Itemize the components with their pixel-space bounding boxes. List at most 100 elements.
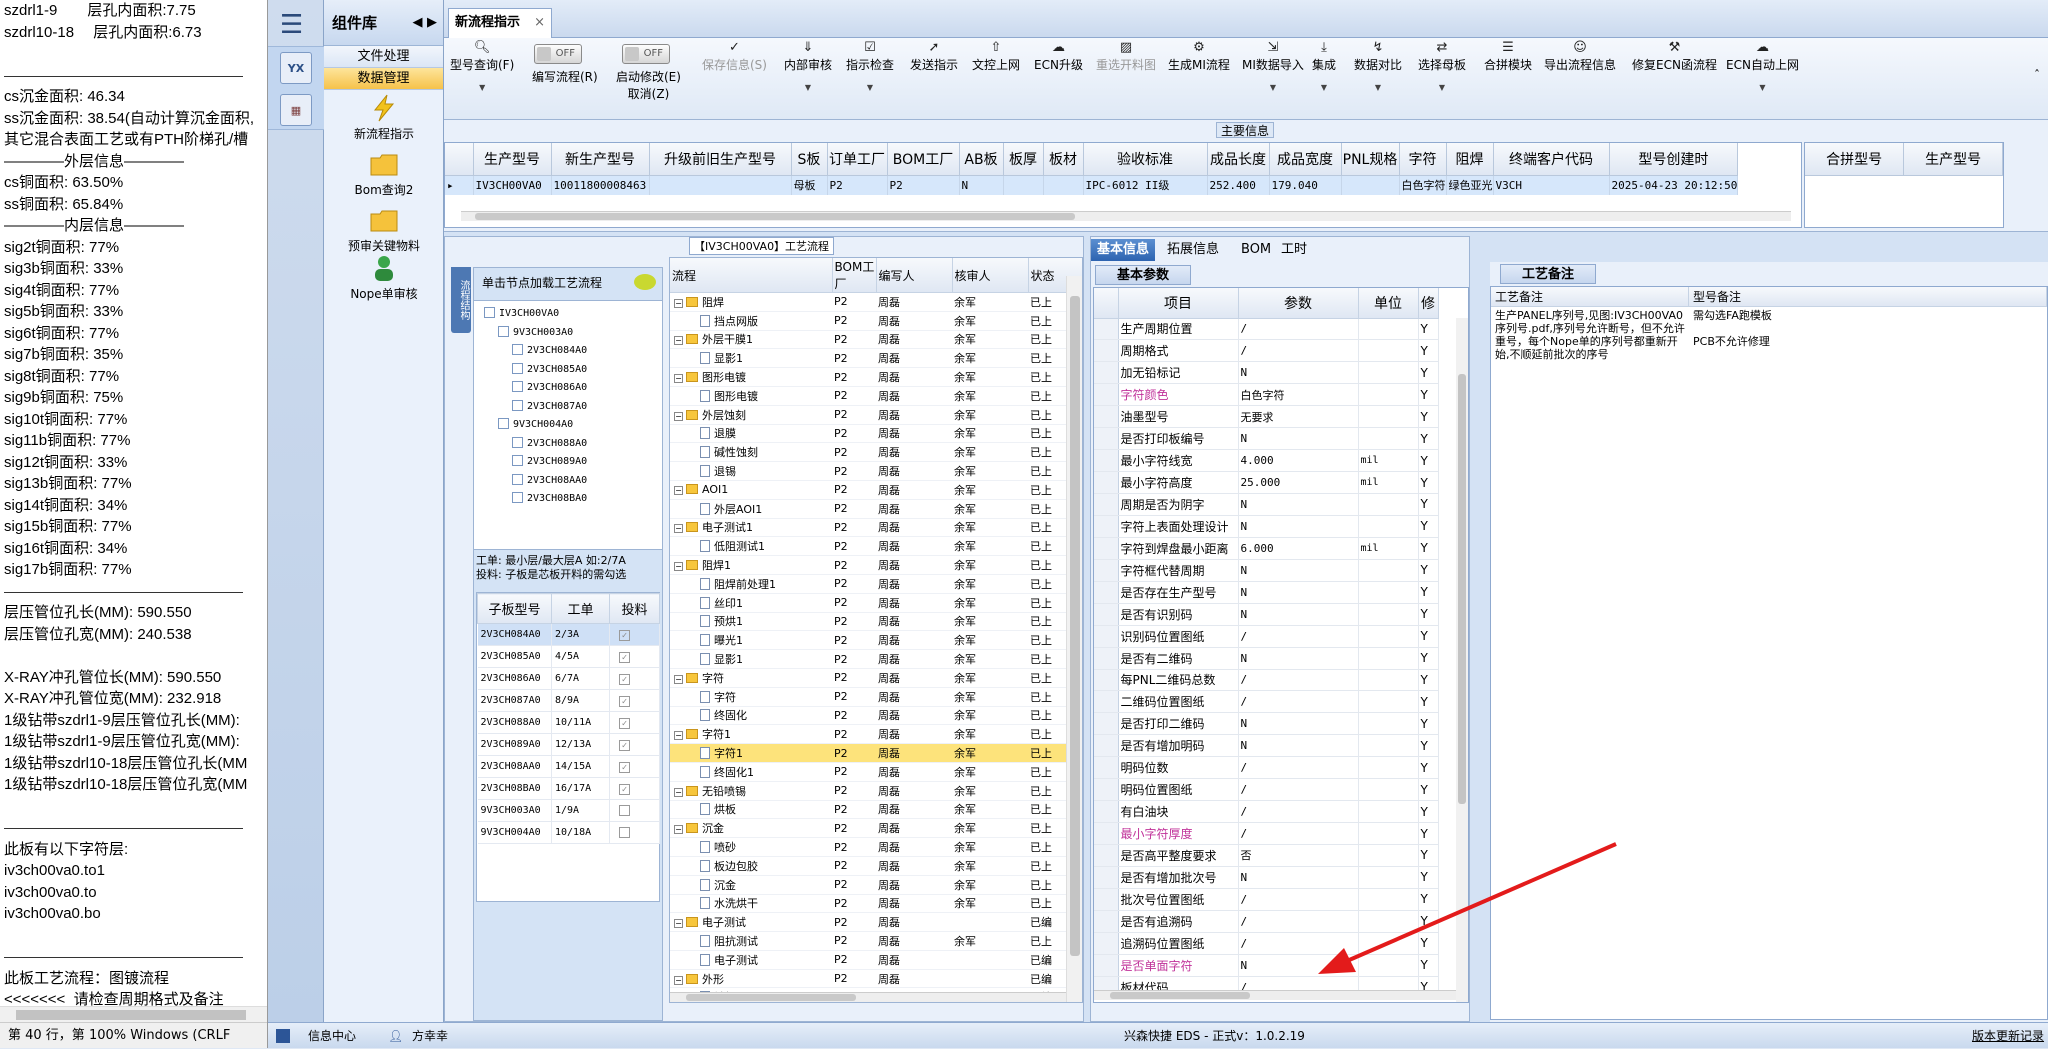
- panel-item-material[interactable]: 预审关键物料: [324, 206, 444, 254]
- table-row[interactable]: 字符颜色 白色字符 Y: [1094, 383, 1439, 407]
- query-button[interactable]: 🔍︎ 型号查询(F) ▼: [450, 40, 514, 92]
- col-header[interactable]: 子板型号: [477, 593, 552, 624]
- select-mother-button[interactable]: ⇄ 选择母板 ▼: [1418, 40, 1466, 92]
- list-item[interactable]: 烘板 P2 周磊 余军 已上: [670, 800, 1082, 820]
- row-header[interactable]: [1094, 690, 1119, 714]
- table-row[interactable]: 是否有追溯码 / Y: [1094, 910, 1439, 933]
- col-header[interactable]: 成品长度: [1207, 143, 1270, 176]
- feed-checkbox[interactable]: ✓: [619, 718, 630, 729]
- list-item[interactable]: − 字符 P2 周磊 余军 已上: [670, 668, 1082, 688]
- factory-icon[interactable]: YX: [280, 52, 312, 84]
- list-item[interactable]: − 外层蚀刻 P2 周磊 余军 已上: [670, 405, 1082, 425]
- model-remark-text[interactable]: 需勾选FA跑模板 PCB不允许修理: [1689, 309, 2039, 348]
- row-header[interactable]: [1094, 647, 1119, 670]
- table-row[interactable]: 是否单面字符 N Y: [1094, 954, 1439, 977]
- info-center-link[interactable]: 信息中心: [308, 1023, 356, 1049]
- table-row[interactable]: 2V3CH085A0 4/5A ✓: [477, 645, 660, 668]
- table-row[interactable]: ▸ IV3CH00VA0 10011800008463 母板 P2 P2 N IPC-6012…: [445, 175, 1739, 195]
- row-header[interactable]: [1094, 493, 1119, 516]
- list-item[interactable]: 沉金 P2 周磊 余军 已上: [670, 875, 1082, 895]
- table-row[interactable]: 2V3CH086A0 6/7A ✓: [477, 667, 660, 690]
- row-header[interactable]: [1094, 932, 1119, 955]
- param-value[interactable]: N: [1238, 866, 1359, 889]
- param-value[interactable]: /: [1238, 339, 1359, 363]
- param-value[interactable]: 6.000: [1238, 537, 1359, 560]
- notepad-text[interactable]: szdrl1-9 层孔内面积:7.75 szdrl10-18 层孔内面积:6.73…: [0, 0, 267, 1011]
- table-row[interactable]: 每PNL二维码总数 / Y: [1094, 669, 1439, 692]
- reselect-cut-button[interactable]: ▨ 重选开料图: [1096, 40, 1156, 73]
- table-row[interactable]: 字符到焊盘最小距离 6.000 mil Y: [1094, 537, 1439, 560]
- table-row[interactable]: 最小字符线宽 4.000 mil Y: [1094, 449, 1439, 473]
- internal-audit-button[interactable]: ⇓ 内部审核 ▼: [784, 40, 832, 92]
- row-header[interactable]: [1094, 581, 1119, 604]
- compare-button[interactable]: ↯ 数据对比 ▼: [1354, 40, 1402, 92]
- panel-tab-file[interactable]: 文件处理: [324, 46, 443, 68]
- row-header[interactable]: [1094, 822, 1119, 845]
- feed-checkbox[interactable]: ✓: [619, 674, 630, 685]
- collapse-icon[interactable]: −: [674, 411, 683, 421]
- tree-node[interactable]: 2V3CH087A0: [512, 398, 587, 416]
- tree-node[interactable]: 2V3CH08BA0: [512, 490, 587, 508]
- param-value[interactable]: 4.000: [1238, 449, 1359, 473]
- tree-node[interactable]: 2V3CH088A0: [512, 435, 587, 453]
- table-row[interactable]: 生产周期位置 / Y: [1094, 318, 1439, 341]
- param-value[interactable]: N: [1238, 581, 1359, 604]
- list-item[interactable]: 丝印1 P2 周磊 余军 已上: [670, 593, 1082, 613]
- feed-checkbox[interactable]: ✓: [619, 630, 630, 641]
- param-value[interactable]: /: [1238, 888, 1359, 911]
- col-header[interactable]: 参数: [1238, 288, 1359, 319]
- list-item[interactable]: 外层AOI1 P2 周磊 余军 已上: [670, 499, 1082, 519]
- row-header[interactable]: [1094, 954, 1119, 977]
- repair-ecn-button[interactable]: ⚒ 修复ECN函流程: [1632, 40, 1717, 73]
- param-value[interactable]: N: [1238, 427, 1359, 451]
- table-row[interactable]: 是否存在生产型号 N Y: [1094, 581, 1439, 604]
- param-value[interactable]: N: [1238, 954, 1359, 977]
- col-header[interactable]: 升级前旧生产型号: [649, 143, 792, 176]
- list-item[interactable]: − AOI1 P2 周磊 余军 已上: [670, 480, 1082, 500]
- process-list-scrollbar[interactable]: [1066, 276, 1082, 1002]
- tab-basic-info[interactable]: 基本信息: [1091, 239, 1156, 261]
- calculator-icon[interactable]: ▦: [280, 94, 312, 126]
- col-header[interactable]: 字符: [1399, 143, 1447, 176]
- process-remark-text[interactable]: 生产PANEL序列号,见图:IV3CH00VA0序列号.pdf,序列号允许断号，…: [1491, 309, 1685, 361]
- table-row[interactable]: 2V3CH087A0 8/9A ✓: [477, 689, 660, 712]
- col-header[interactable]: 订单工厂: [827, 143, 888, 176]
- param-value[interactable]: N: [1238, 361, 1359, 385]
- tree-node[interactable]: 2V3CH085A0: [512, 361, 587, 379]
- table-row[interactable]: 最小字符高度 25.000 mil Y: [1094, 471, 1439, 494]
- feed-checkbox[interactable]: ✓: [619, 784, 630, 795]
- param-value[interactable]: 否: [1238, 844, 1359, 867]
- changelog-link[interactable]: 版本更新记录: [1972, 1023, 2044, 1049]
- table-row[interactable]: 9V3CH004A0 10/18A: [477, 821, 660, 844]
- table-row[interactable]: 2V3CH089A0 12/13A ✓: [477, 733, 660, 756]
- collapse-icon[interactable]: −: [674, 825, 683, 835]
- table-row[interactable]: 明码位置图纸 / Y: [1094, 778, 1439, 802]
- collapse-icon[interactable]: −: [674, 787, 683, 797]
- list-item[interactable]: 终固化1 P2 周磊 余军 已上: [670, 762, 1082, 782]
- col-header[interactable]: 终端客户代码: [1493, 143, 1610, 176]
- table-row[interactable]: 油墨型号 无要求 Y: [1094, 405, 1439, 429]
- save-button[interactable]: ✓ 保存信息(S): [702, 40, 767, 73]
- param-value[interactable]: /: [1238, 669, 1359, 692]
- list-item[interactable]: − 图形电镀 P2 周磊 余军 已上: [670, 367, 1082, 387]
- list-item[interactable]: 曝光1 P2 周磊 余军 已上: [670, 630, 1082, 651]
- table-row[interactable]: 是否有增加明码 N Y: [1094, 734, 1439, 758]
- col-header[interactable]: 工单: [551, 593, 610, 624]
- col-header[interactable]: 核审人: [952, 258, 1029, 293]
- param-value[interactable]: /: [1238, 690, 1359, 714]
- row-header[interactable]: [1094, 405, 1119, 429]
- col-header[interactable]: 修: [1418, 288, 1439, 319]
- row-header[interactable]: [1094, 537, 1119, 560]
- param-value[interactable]: /: [1238, 625, 1359, 648]
- tree-node[interactable]: 9V3CH004A0: [498, 416, 573, 434]
- list-item[interactable]: 退锡 P2 周磊 余军 已上: [670, 461, 1082, 481]
- close-icon[interactable]: ×: [534, 9, 545, 37]
- col-header[interactable]: 生产型号: [473, 143, 552, 176]
- tree-node[interactable]: 2V3CH084A0: [512, 342, 587, 360]
- table-row[interactable]: 2V3CH08AA0 14/15A ✓: [477, 755, 660, 778]
- feed-checkbox[interactable]: ✓: [619, 652, 630, 663]
- tree-node[interactable]: 2V3CH08AA0: [512, 472, 587, 490]
- list-item[interactable]: 字符1 P2 周磊 余军 已上: [670, 743, 1082, 763]
- col-header[interactable]: 新生产型号: [551, 143, 650, 176]
- tab-flow-structure[interactable]: 流程结构: [451, 267, 471, 333]
